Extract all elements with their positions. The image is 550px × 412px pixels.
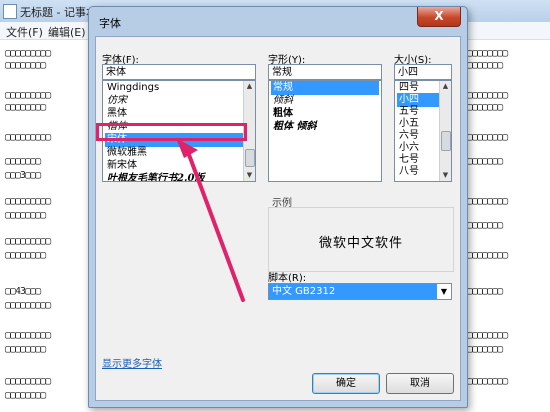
- size-item[interactable]: 八号: [397, 165, 439, 179]
- style-item[interactable]: 倾斜: [271, 94, 379, 108]
- highlight-rectangle: [96, 123, 247, 141]
- font-item[interactable]: 新宋体: [105, 159, 243, 173]
- font-item[interactable]: 仿宋: [105, 94, 243, 108]
- font-item[interactable]: 黑体: [105, 107, 243, 121]
- sample-text: 微软中文软件: [318, 236, 403, 251]
- notepad-icon: [3, 4, 17, 19]
- dialog-title: 字体: [99, 17, 121, 30]
- font-dialog: 字体 X 字体(F): 宋体 Wingdings 仿宋 黑体 楷体 宋体 微软雅…: [88, 6, 468, 408]
- style-list[interactable]: 常规 倾斜 粗体 粗体 倾斜: [268, 80, 382, 182]
- style-item[interactable]: 粗体 倾斜: [271, 120, 379, 134]
- show-more-fonts-link[interactable]: 显示更多字体: [102, 355, 162, 370]
- size-input[interactable]: 小四: [394, 64, 452, 80]
- ok-button[interactable]: 确定: [312, 373, 380, 394]
- style-item-selected[interactable]: 常规: [271, 81, 379, 95]
- chevron-down-icon[interactable]: ▼: [437, 284, 451, 299]
- sample-preview: 微软中文软件: [268, 207, 454, 272]
- style-item[interactable]: 粗体: [271, 107, 379, 121]
- close-button[interactable]: X: [417, 7, 461, 27]
- font-item[interactable]: Wingdings: [105, 81, 243, 95]
- scroll-up-icon[interactable]: ▲: [441, 82, 450, 91]
- scroll-down-icon[interactable]: ▼: [441, 171, 450, 180]
- notepad-text-right[interactable]: ▢▢▢▢▢▢▢▢ ▢▢▢▢▢▢▢ ▢▢▢▢▢▢▢▢ ▢▢▢▢▢▢▢ ▢▢▢▢▢▢…: [462, 40, 550, 412]
- font-input[interactable]: 宋体: [102, 64, 256, 80]
- size-list[interactable]: 四号 小四 五号 小五 六号 小六 七号 八号 ▲ ▼: [394, 80, 452, 182]
- menu-edit[interactable]: 编辑(E): [48, 24, 86, 40]
- notepad-text-left[interactable]: ▢▢▢▢▢▢▢▢▢ ▢▢▢▢▢▢▢▢ ▢▢▢▢▢▢▢▢▢ ▢▢▢▢▢▢▢▢ ▢▢…: [0, 40, 100, 412]
- font-item[interactable]: 叶根友毛笔行书2.0版: [105, 172, 243, 181]
- scroll-thumb[interactable]: [441, 131, 451, 151]
- font-item[interactable]: 微软雅黑: [105, 146, 243, 160]
- scroll-up-icon[interactable]: ▲: [245, 82, 254, 91]
- script-label: 脚本(R):: [268, 273, 307, 284]
- cancel-button[interactable]: 取消: [386, 373, 454, 394]
- scroll-thumb[interactable]: [245, 149, 255, 167]
- script-select[interactable]: 中文 GB2312 ▼: [268, 283, 452, 300]
- scroll-down-icon[interactable]: ▼: [245, 171, 254, 180]
- style-input[interactable]: 常规: [268, 64, 382, 80]
- script-value: 中文 GB2312: [272, 286, 336, 297]
- menu-file[interactable]: 文件(F): [6, 24, 43, 40]
- dialog-client: 字体(F): 宋体 Wingdings 仿宋 黑体 楷体 宋体 微软雅黑 新宋体…: [95, 36, 461, 401]
- size-list-scrollbar[interactable]: ▲ ▼: [439, 81, 451, 181]
- notepad-title: 无标题 - 记事本: [20, 6, 97, 19]
